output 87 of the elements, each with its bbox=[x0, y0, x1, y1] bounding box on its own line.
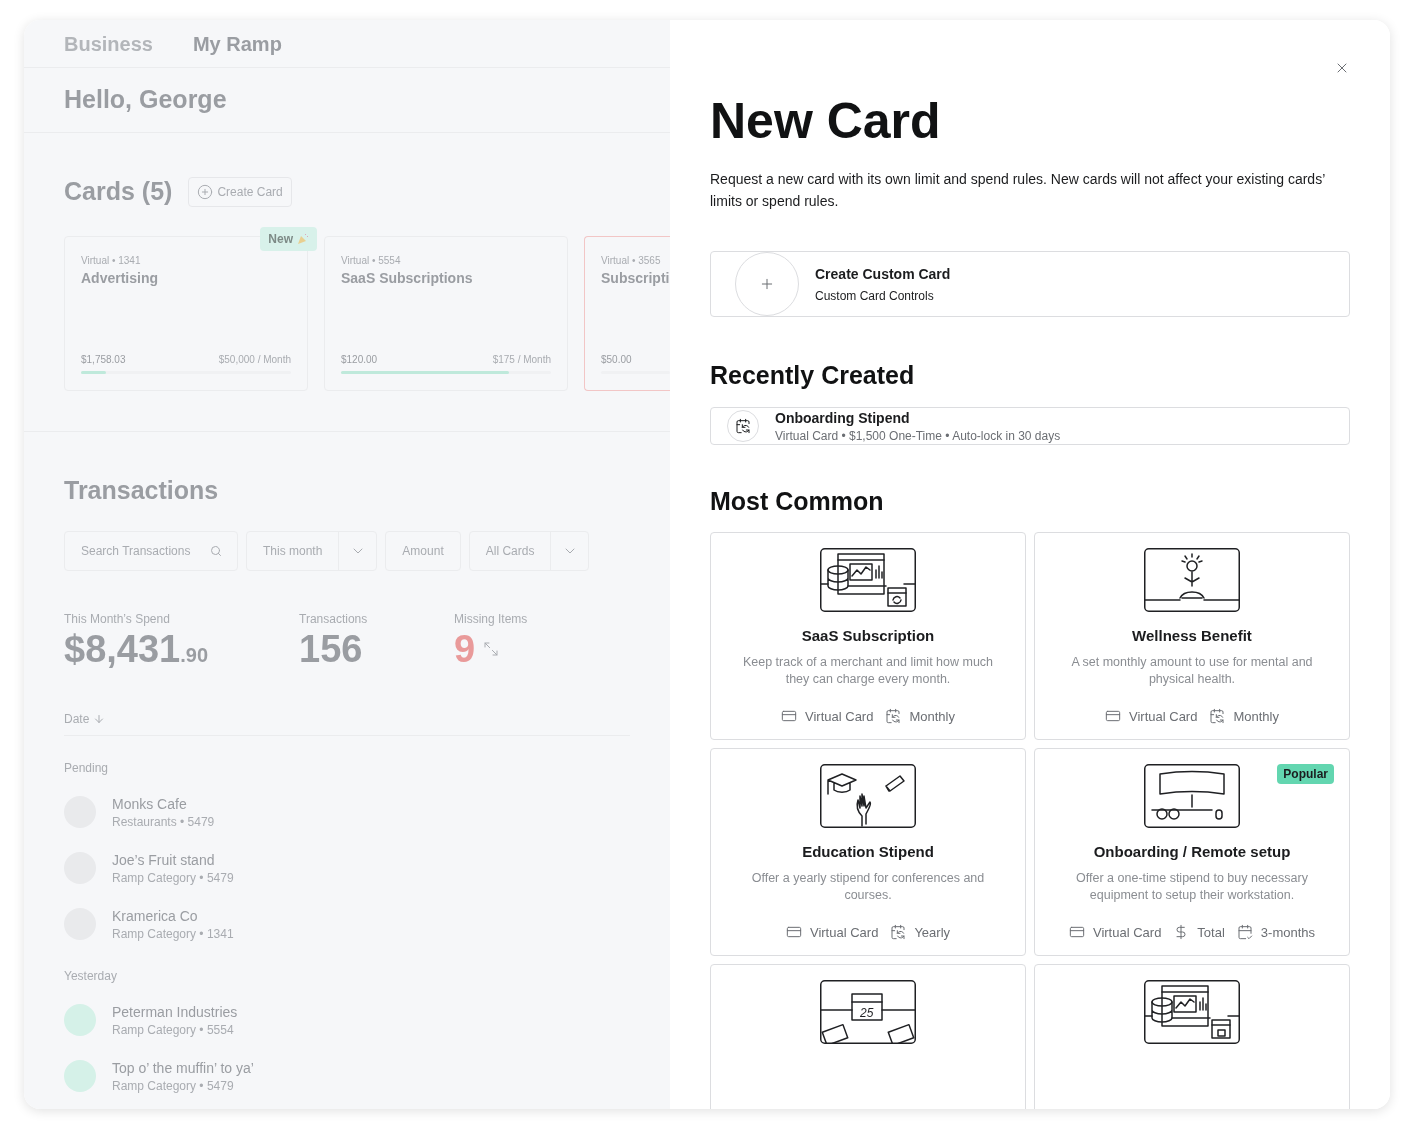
option-title: Create Custom Card bbox=[815, 265, 951, 284]
merchant-name: Joe’s Fruit stand bbox=[112, 851, 216, 870]
section-heading: Recently Created bbox=[710, 360, 916, 391]
template-card[interactable]: 25 bbox=[710, 964, 1026, 1109]
recent-card-title: Onboarding Stipend bbox=[775, 408, 911, 428]
group-label: Pending bbox=[64, 760, 110, 776]
tag-label: Monthly bbox=[1233, 707, 1279, 726]
template-card[interactable]: Wellness Benefit A set monthly amount to use for mental and physical health. Virtual Card Monthly bbox=[1034, 532, 1350, 740]
card-meta: Virtual • 1341 bbox=[81, 253, 142, 268]
card-tile[interactable]: Virtual • 5554 SaaS Subscriptions $120.00 $175 / Month bbox=[324, 235, 568, 391]
group-label: Yesterday bbox=[64, 968, 118, 984]
tag-label: Virtual Card bbox=[809, 923, 879, 942]
merchant-detail: Ramp Category • 5479 bbox=[112, 870, 234, 886]
tag-label: Virtual Card bbox=[805, 707, 874, 726]
card-spent: $1,758.03 bbox=[81, 352, 126, 367]
card-limit: $50,000 / Month bbox=[218, 352, 291, 367]
popular-badge: Popular bbox=[1277, 764, 1334, 784]
transactions-heading: Transactions bbox=[64, 474, 220, 506]
search-field[interactable]: Search Transactions bbox=[64, 531, 238, 571]
filter-dropdown[interactable]: All Cards bbox=[468, 531, 590, 571]
merchant-name: Peterman Industries bbox=[112, 1003, 238, 1022]
panel-title: New Card bbox=[710, 93, 942, 149]
tag-label: Total bbox=[1197, 923, 1225, 942]
calendar-day-number: 25 bbox=[860, 1006, 874, 1020]
card-name: Subscripti bbox=[601, 268, 670, 288]
calendar-icon bbox=[885, 708, 902, 725]
new-badge: New bbox=[260, 226, 317, 251]
merchant-detail: Ramp Category • 5479 bbox=[112, 1078, 235, 1094]
plus-icon bbox=[759, 276, 775, 292]
tag-label: Yearly bbox=[914, 923, 951, 942]
template-description: Offer a yearly stipend for conferences and courses. bbox=[750, 869, 986, 904]
card-meta: Virtual • 3565 bbox=[601, 253, 662, 268]
template-description: Offer a one-time stipend to buy necessary equipment to setup their workstation. bbox=[1075, 869, 1309, 904]
tag-label: Monthly bbox=[909, 707, 955, 726]
greeting-heading: Hello, George bbox=[64, 84, 227, 116]
merchant-name: Top o’ the muffin’ to ya’ bbox=[112, 1059, 254, 1078]
card-spent: $50.00 bbox=[601, 352, 632, 367]
calendar-icon bbox=[1236, 924, 1253, 941]
template-card[interactable]: Popular Onboarding / Remote setup Offer a one-time stipend to buy necessary equipment to setup their workstation. Virtual Card Total 3-months bbox=[1034, 748, 1350, 956]
stat-label: This Month’s Spend bbox=[64, 611, 171, 627]
template-title: Onboarding / Remote setup bbox=[1093, 842, 1291, 862]
cards-heading: Cards (5) bbox=[64, 176, 173, 207]
sort-column-header[interactable]: Date bbox=[64, 711, 90, 727]
template-description: Keep track of a merchant and limit how much they can charge every month. bbox=[741, 653, 995, 688]
template-title: Wellness Benefit bbox=[1132, 626, 1252, 646]
calendar-icon bbox=[890, 924, 907, 941]
filter-dropdown[interactable]: This month bbox=[246, 531, 378, 571]
calendar-icon bbox=[1209, 708, 1226, 725]
merchant-detail: Ramp Category • 5554 bbox=[112, 1022, 235, 1038]
custom-card-option[interactable]: Create Custom Card Custom Card Controls bbox=[710, 251, 1350, 317]
plus-circle-icon bbox=[197, 183, 214, 200]
card-name: Advertising bbox=[81, 268, 159, 288]
card-meta: Virtual • 5554 bbox=[341, 253, 402, 268]
template-title: Education Stipend bbox=[802, 842, 934, 862]
card-limit: $175 / Month bbox=[492, 352, 551, 367]
nav-tab[interactable]: My Ramp bbox=[192, 29, 282, 58]
search-icon bbox=[210, 545, 222, 557]
card-spent: $120.00 bbox=[341, 352, 378, 367]
stat-value: 9 bbox=[454, 627, 476, 671]
stat-label: Transactions bbox=[299, 611, 369, 627]
arrow-down-icon bbox=[93, 713, 106, 725]
create-card-button[interactable]: Create Card bbox=[188, 176, 292, 207]
template-card[interactable]: Education Stipend Offer a yearly stipend for conferences and courses. Virtual Card Yearly bbox=[710, 748, 1026, 956]
template-card[interactable]: SaaS Subscription Keep track of a merchant and limit how much they can charge every month. Virtual Card Monthly bbox=[710, 532, 1026, 740]
panel-description: Request a new card with its own limit and spend rules. New cards will not affect your existing cards’ limits or spend rules. bbox=[710, 170, 1325, 211]
option-subtitle: Custom Card Controls bbox=[815, 288, 935, 304]
template-title: SaaS Subscription bbox=[801, 626, 935, 646]
template-description: A set monthly amount to use for mental and physical health. bbox=[1070, 653, 1314, 688]
filter-button[interactable]: Amount bbox=[385, 531, 461, 571]
merchant-detail: Ramp Category • 1341 bbox=[112, 926, 234, 942]
stat-value: $8,431.90 bbox=[64, 627, 209, 671]
stat-label: Missing Items bbox=[454, 611, 528, 627]
tag-label: Virtual Card bbox=[1092, 923, 1162, 942]
calendar-icon bbox=[735, 417, 751, 434]
card-name: SaaS Subscriptions bbox=[341, 268, 474, 288]
recent-card-row[interactable]: Onboarding Stipend Virtual Card • $1,500 One-Time • Auto-lock in 30 days bbox=[710, 406, 1350, 445]
tag-label: Virtual Card bbox=[1129, 707, 1198, 726]
card-tile[interactable]: Virtual • 3565 Subscripti $50.00 bbox=[584, 235, 670, 391]
section-heading: Most Common bbox=[710, 485, 885, 517]
party-popper-icon bbox=[297, 232, 309, 245]
stat-value: 156 bbox=[299, 627, 363, 671]
merchant-detail: Restaurants • 5479 bbox=[112, 814, 215, 830]
merchant-name: Monks Cafe bbox=[112, 795, 188, 814]
nav-tab[interactable]: Business bbox=[64, 29, 153, 58]
recent-card-details: Virtual Card • $1,500 One-Time • Auto-lock in 30 days bbox=[775, 427, 1061, 444]
merchant-name: Kramerica Co bbox=[112, 907, 199, 926]
tag-label: 3-months bbox=[1260, 923, 1316, 942]
